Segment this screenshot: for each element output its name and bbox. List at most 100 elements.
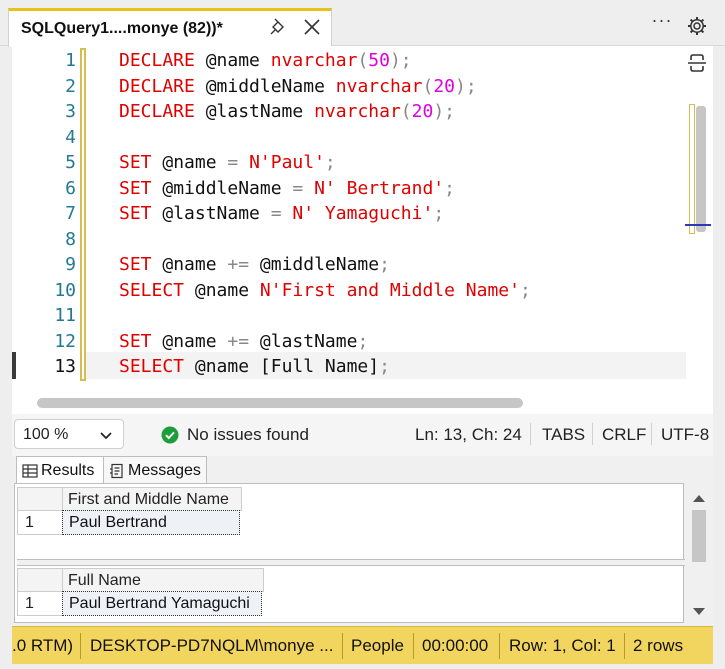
code-line[interactable]: SELECT @name [Full Name]; [119,354,390,380]
code-line[interactable]: SELECT @name N'First and Middle Name'; [119,278,531,304]
line-number-label: 4 [65,126,76,148]
grid-splitter[interactable] [17,559,685,566]
line-number-label: 1 [65,50,76,71]
code-token: nvarchar [335,75,423,97]
cursor-position-marker [685,224,711,226]
line-number: 4 [12,125,82,151]
scroll-up-icon[interactable] [692,490,706,502]
elapsed-time: 00:00:00 [422,636,489,655]
column-header[interactable]: Full Name [62,568,264,592]
line-number-label: 9 [65,254,76,275]
line-number: 1 [12,48,82,74]
row-number[interactable]: 1 [17,591,63,616]
code-token: @middleName [249,254,380,275]
result-grid-1[interactable]: First and Middle Name 1 Paul Bertrand [17,487,257,539]
database-name[interactable]: People [351,636,404,656]
code-token: = [270,203,282,224]
code-token: SET [119,152,152,173]
code-token: = [227,152,239,173]
line-number: 11 [12,303,82,329]
code-line[interactable]: SET @middleName = N' Bertrand'; [119,176,455,202]
code-token: @lastName [205,101,304,122]
row-number-header [17,487,63,511]
table-cell[interactable]: Paul Bertrand [62,510,240,535]
gear-icon[interactable] [686,15,708,37]
vertical-scroll-thumb[interactable] [696,106,706,232]
results-scrollbar[interactable] [687,484,711,622]
code-token: 50 [368,50,390,71]
code-token: nvarchar [314,101,401,122]
code-token: SET [119,330,152,352]
divider [80,633,81,659]
indent-mode[interactable]: TABS [542,425,585,445]
result-grid-2[interactable]: Full Name 1 Paul Bertrand Yamaguchi [17,568,279,620]
code-token: ( [400,101,412,122]
tab-query[interactable]: SQLQuery1....monye (82))* [8,8,332,47]
row-number-label: 1 [25,514,34,531]
pin-icon[interactable] [267,16,289,38]
code-token: 20 [433,75,455,97]
code-line[interactable]: DECLARE @name nvarchar(50); [119,48,412,74]
scroll-down-icon[interactable] [692,604,706,615]
vertical-scrollbar[interactable] [685,104,711,236]
code-token: ); [455,75,477,97]
line-number: 3 [12,99,82,125]
line-number-label: 11 [54,305,76,326]
server-user[interactable]: DESKTOP-PD7NQLM\monye ... [90,636,333,656]
line-number-label: 12 [54,330,76,352]
tab-results[interactable]: Results [16,456,104,484]
code-editor[interactable]: 1 2 3 4 5 6 7 8 9 10 11 12 13 DECLARE @name nvarchar… [12,46,713,414]
server-version: .0 RTM) [12,636,74,655]
code-line[interactable]: SET @name = N'Paul'; [119,150,336,176]
code-token: SET [119,203,152,224]
results-scroll-thumb[interactable] [692,510,706,562]
code-token: ; [324,152,336,173]
code-token: SELECT [119,356,185,377]
tab-messages[interactable]: Messages [103,456,207,484]
code-line[interactable]: SET @name += @middleName; [119,252,390,278]
code-token: 20 [411,101,434,122]
issues-status[interactable]: No issues found [187,425,309,445]
horizontal-scroll-thumb[interactable] [37,398,523,408]
split-editor-icon[interactable] [685,51,709,75]
table-cell[interactable]: Paul Bertrand Yamaguchi [62,591,262,616]
close-icon[interactable] [302,17,322,37]
divider [530,423,531,445]
more-options-icon[interactable]: ··· [650,11,674,34]
code-line[interactable]: DECLARE @lastName nvarchar(20); [119,99,455,125]
code-token: ); [433,101,456,122]
code-token: += [227,330,250,352]
scroll-change-track [689,104,695,234]
check-circle-icon [161,426,179,444]
line-number: 13 [12,354,82,380]
row-number[interactable]: 1 [17,510,63,535]
code-line[interactable]: SET @lastName = N' Yamaguchi'; [119,201,444,227]
code-token: += [227,254,250,275]
code-token: N' Yamaguchi' [292,203,434,224]
editor-status-row: 100 % No issues found Ln: 13, Ch: 24 TAB… [12,414,713,456]
code-line[interactable]: SET @name += @lastName; [119,329,368,355]
window-frame-right [713,46,725,669]
cursor-position[interactable]: Ln: 13, Ch: 24 [415,425,522,445]
divider [651,423,652,445]
encoding[interactable]: UTF-8 [661,425,709,445]
code-token: N' Bertrand' [314,177,445,199]
code-line[interactable]: DECLARE @middleName nvarchar(20); [119,74,477,100]
code-token: DECLARE [119,101,195,122]
divider [624,633,625,659]
line-ending[interactable]: CRLF [602,425,646,445]
line-number: 8 [12,227,82,253]
zoom-select[interactable]: 100 % [14,419,124,449]
cell-value: Paul Bertrand [69,514,167,531]
code-token: DECLARE [119,50,195,71]
row-col-position: Row: 1, Col: 1 [509,636,616,655]
code-token: @middleName [151,177,293,199]
chevron-down-icon [99,429,113,441]
line-number-label: 3 [65,101,76,122]
tab-results-label: Results [41,462,95,479]
column-header[interactable]: First and Middle Name [62,487,242,511]
